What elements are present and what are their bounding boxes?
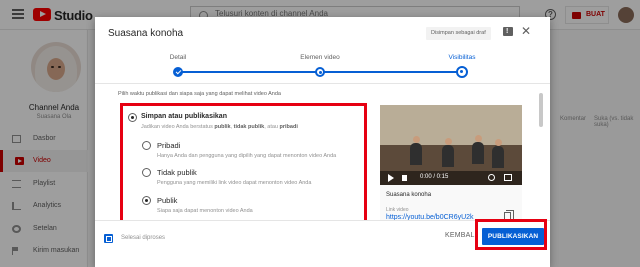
video-link-label: Link video: [386, 207, 409, 213]
processing-complete-icon: [104, 234, 113, 243]
report-feedback-icon[interactable]: [503, 27, 513, 36]
stepper-divider: [95, 83, 550, 84]
step-label-visibility: Visibilitas: [448, 54, 476, 61]
preview-video-title: Suasana konoha: [386, 192, 432, 198]
close-icon[interactable]: ✕: [521, 24, 531, 38]
player-controls: 0:00 / 0:15: [380, 171, 522, 185]
step-visibility-node[interactable]: [456, 66, 468, 78]
play-icon[interactable]: [388, 174, 394, 182]
back-button[interactable]: KEMBALI: [445, 232, 477, 239]
player-settings-icon[interactable]: [488, 174, 495, 181]
step-label-details: Detail: [169, 54, 187, 61]
visibility-intro: Pilih waktu publikasi dan siapa saja yan…: [118, 91, 281, 97]
volume-icon[interactable]: [402, 175, 407, 181]
step-details-check-icon[interactable]: [173, 67, 183, 77]
step-video-elements-node[interactable]: [315, 67, 325, 77]
video-preview[interactable]: 0:00 / 0:15: [380, 105, 522, 185]
fullscreen-icon[interactable]: [504, 174, 512, 181]
upload-dialog: Suasana konoha Disimpan sebagai draf ✕ D…: [95, 17, 550, 267]
dialog-title: Suasana konoha: [108, 28, 184, 39]
player-time: 0:00 / 0:15: [420, 174, 449, 180]
upload-stepper: Detail Elemen video Visibilitas: [95, 45, 550, 83]
highlight-box-publish: [475, 219, 547, 250]
processing-status: Selesai diproses: [121, 235, 166, 241]
dialog-scrollbar[interactable]: [539, 93, 543, 127]
draft-status-chip: Disimpan sebagai draf: [426, 27, 491, 40]
step-label-video-elements: Elemen video: [300, 54, 340, 61]
highlight-box-visibility: [120, 103, 367, 231]
